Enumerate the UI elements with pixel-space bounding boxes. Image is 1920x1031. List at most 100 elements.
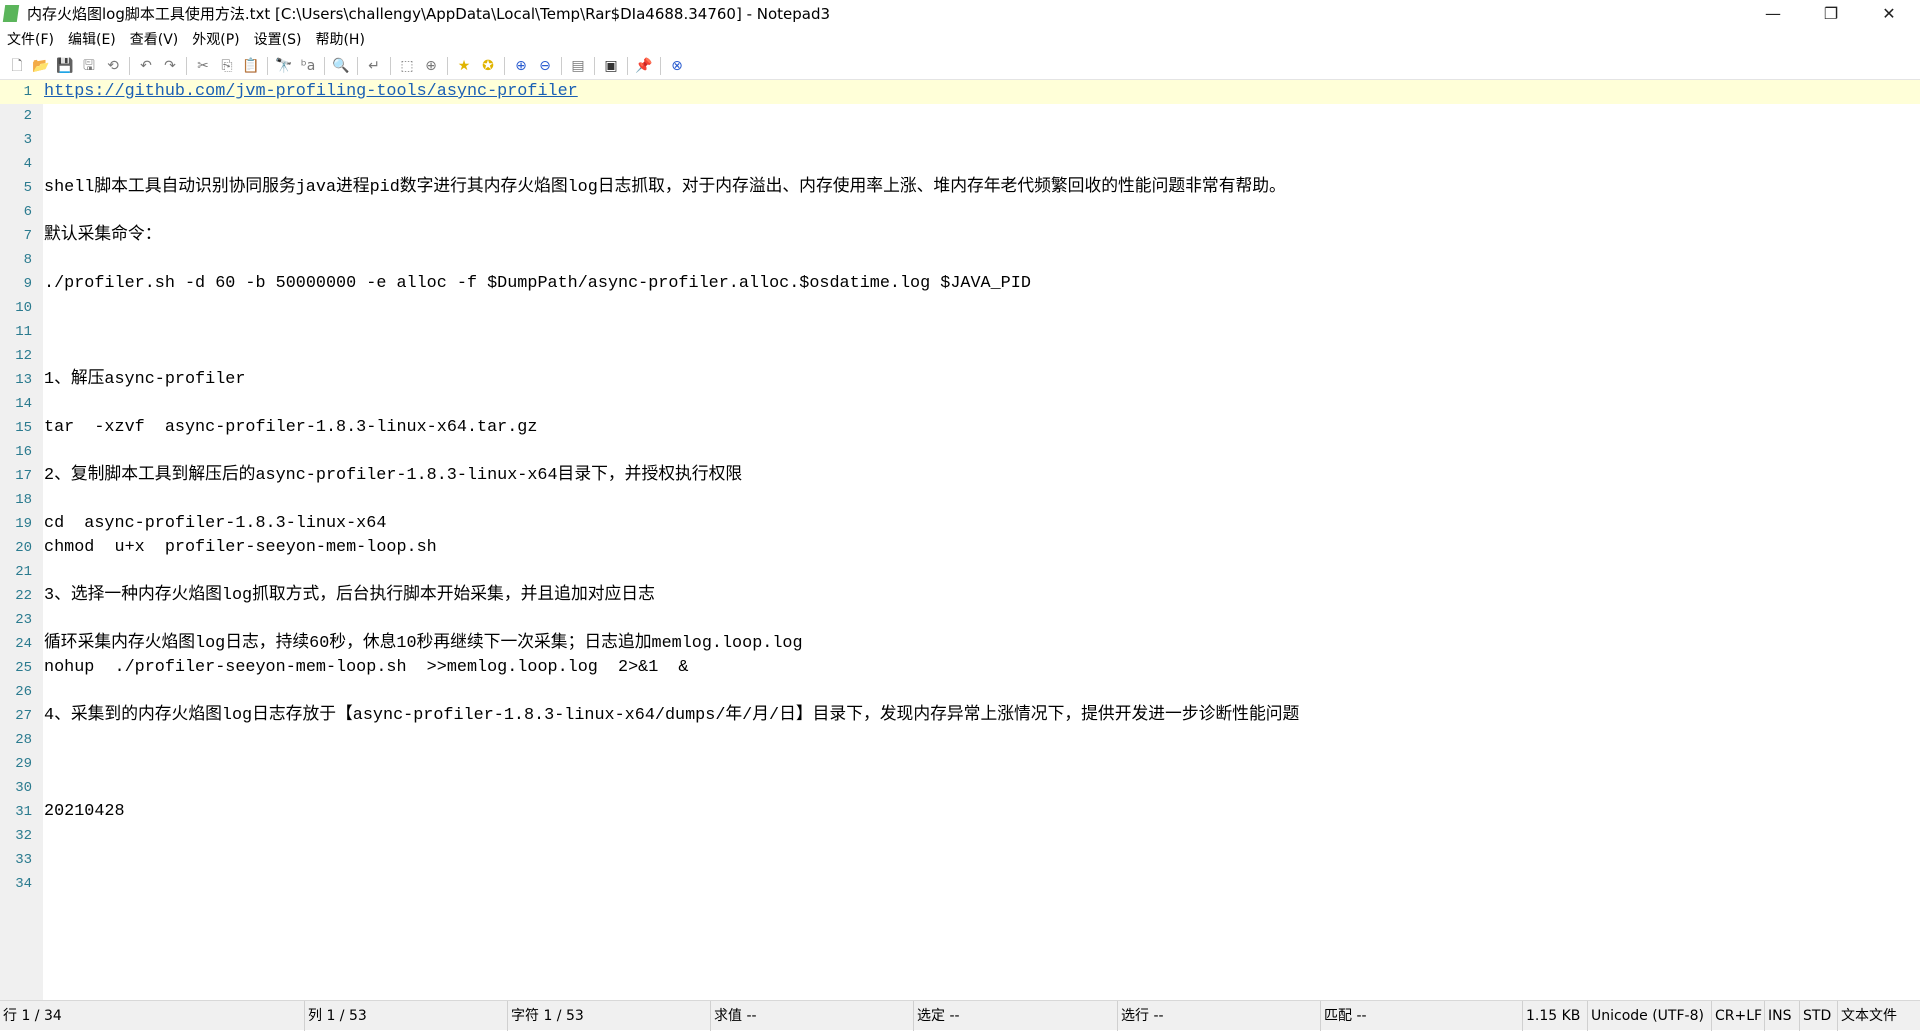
- editor-line[interactable]: 2: [0, 104, 1920, 128]
- select-all-icon[interactable]: ⬚: [396, 55, 418, 77]
- line-number: 31: [15, 804, 32, 820]
- editor-line[interactable]: 9 ./profiler.sh -d 60 -b 50000000 -e allo…: [0, 272, 1920, 296]
- save-as-icon[interactable]: 🖫: [78, 55, 100, 77]
- toolbar-separator: [357, 57, 358, 75]
- toolbar-separator: [267, 57, 268, 75]
- line-text: shell脚本工具自动识别协同服务java进程pid数字进行其内存火焰图log日…: [44, 178, 1286, 197]
- minimize-button[interactable]: —: [1744, 0, 1802, 28]
- line-number: 12: [15, 348, 32, 364]
- toolbar-separator: [660, 57, 661, 75]
- app-logo-icon: [2, 5, 20, 22]
- redo-icon[interactable]: ↷: [159, 55, 181, 77]
- editor-line[interactable]: 33: [0, 848, 1920, 872]
- editor-line[interactable]: 32: [0, 824, 1920, 848]
- editor-line[interactable]: 22 3、选择一种内存火焰图log抓取方式，后台执行脚本开始采集，并且追加对应日志: [0, 584, 1920, 608]
- menu-item[interactable]: 设置(S): [247, 28, 309, 52]
- close-button[interactable]: ✕: [1860, 0, 1918, 28]
- status-field: 字符 1 / 53: [507, 1001, 584, 1031]
- editor-line[interactable]: 16: [0, 440, 1920, 464]
- line-text: tar -xzvf async-profiler-1.8.3-linux-x64…: [44, 418, 538, 437]
- status-field: 1.15 KB: [1522, 1001, 1580, 1031]
- line-number: 14: [15, 396, 32, 412]
- editor-line[interactable]: 29: [0, 752, 1920, 776]
- editor-line[interactable]: 20 chmod u+x profiler-seeyon-mem-loop.sh: [0, 536, 1920, 560]
- editor-line[interactable]: 18: [0, 488, 1920, 512]
- line-text: 2、复制脚本工具到解压后的async-profiler-1.8.3-linux-…: [44, 466, 743, 485]
- exit-icon[interactable]: ⊗: [666, 55, 688, 77]
- editor-line[interactable]: 1 https://github.com/jvm-profiling-tools/…: [0, 80, 1920, 104]
- editor-line[interactable]: 31 20210428: [0, 800, 1920, 824]
- toolbar-separator: [561, 57, 562, 75]
- editor-line[interactable]: 6: [0, 200, 1920, 224]
- editor-line[interactable]: 23: [0, 608, 1920, 632]
- editor-line[interactable]: 12: [0, 344, 1920, 368]
- menu-item[interactable]: 文件(F): [0, 28, 61, 52]
- menu-item[interactable]: 外观(P): [185, 28, 246, 52]
- line-text: nohup ./profiler-seeyon-mem-loop.sh >>me…: [44, 658, 689, 677]
- line-number: 1: [23, 84, 32, 100]
- replace-icon[interactable]: ᵇa: [297, 55, 319, 77]
- editor-line[interactable]: 26: [0, 680, 1920, 704]
- editor-line[interactable]: 24 循环采集内存火焰图log日志，持续60秒，休息10秒再继续下一次采集；日志追…: [0, 632, 1920, 656]
- zoom-select-icon[interactable]: ⊕: [420, 55, 442, 77]
- editor-line[interactable]: 14: [0, 392, 1920, 416]
- pin-icon[interactable]: 📌: [633, 55, 655, 77]
- url-link[interactable]: https://github.com/jvm-profiling-tools/a…: [44, 82, 578, 101]
- find-in-files-icon[interactable]: 🔍: [330, 55, 352, 77]
- editor-line[interactable]: 19 cd async-profiler-1.8.3-linux-x64: [0, 512, 1920, 536]
- line-number: 19: [15, 516, 32, 532]
- new-file-icon[interactable]: 🗋: [6, 55, 28, 77]
- cut-icon[interactable]: ✂: [192, 55, 214, 77]
- menu-item[interactable]: 查看(V): [123, 28, 186, 52]
- editor-line[interactable]: 27 4、采集到的内存火焰图log日志存放于【async-profiler-1.8…: [0, 704, 1920, 728]
- editor-line[interactable]: 13 1、解压async-profiler: [0, 368, 1920, 392]
- wrap-icon[interactable]: ↵: [363, 55, 385, 77]
- paste-icon[interactable]: 📋: [240, 55, 262, 77]
- editor-line[interactable]: 4: [0, 152, 1920, 176]
- menu-item[interactable]: 帮助(H): [308, 28, 371, 52]
- restore-button[interactable]: ❐: [1802, 0, 1860, 28]
- line-number: 9: [23, 276, 32, 292]
- line-number: 26: [15, 684, 32, 700]
- line-number: 24: [15, 636, 32, 652]
- line-number: 34: [15, 876, 32, 892]
- editor-line[interactable]: 28: [0, 728, 1920, 752]
- editor-line[interactable]: 21: [0, 560, 1920, 584]
- editor-line[interactable]: 11: [0, 320, 1920, 344]
- editor-line[interactable]: 30: [0, 776, 1920, 800]
- editor-line[interactable]: 3: [0, 128, 1920, 152]
- title-bar: 内存火焰图log脚本工具使用方法.txt [C:\Users\challengy…: [0, 0, 1920, 28]
- editor-line[interactable]: 25 nohup ./profiler-seeyon-mem-loop.sh >>…: [0, 656, 1920, 680]
- open-icon[interactable]: 📂: [30, 55, 52, 77]
- editor-line[interactable]: 8: [0, 248, 1920, 272]
- add-bookmark-icon[interactable]: ✪: [477, 55, 499, 77]
- undo-icon[interactable]: ↶: [135, 55, 157, 77]
- line-number: 30: [15, 780, 32, 796]
- reload-icon[interactable]: ⟲: [102, 55, 124, 77]
- scheme-icon[interactable]: ▤: [567, 55, 589, 77]
- editor-line[interactable]: 10: [0, 296, 1920, 320]
- zoom-in-icon[interactable]: ⊕: [510, 55, 532, 77]
- save-icon[interactable]: 💾: [54, 55, 76, 77]
- text-editor[interactable]: 1 https://github.com/jvm-profiling-tools/…: [0, 80, 1920, 1000]
- status-field: 选行 --: [1117, 1001, 1164, 1031]
- find-icon[interactable]: 🔭: [273, 55, 295, 77]
- menu-item[interactable]: 编辑(E): [61, 28, 123, 52]
- line-text: cd async-profiler-1.8.3-linux-x64: [44, 514, 387, 533]
- editor-line[interactable]: 15 tar -xzvf async-profiler-1.8.3-linux-x…: [0, 416, 1920, 440]
- editor-line[interactable]: 17 2、复制脚本工具到解压后的async-profiler-1.8.3-linu…: [0, 464, 1920, 488]
- editor-line[interactable]: 5 shell脚本工具自动识别协同服务java进程pid数字进行其内存火焰图log…: [0, 176, 1920, 200]
- status-field: INS: [1764, 1001, 1792, 1031]
- line-text: 20210428: [44, 802, 125, 821]
- editor-line[interactable]: 7 默认采集命令：: [0, 224, 1920, 248]
- status-bar: 行 1 / 34 列 1 / 53 字符 1 / 53 求值 -- 选定 -- 选行 --…: [0, 1000, 1920, 1031]
- copy-icon[interactable]: ⎘: [216, 55, 238, 77]
- status-field: CR+LF: [1711, 1001, 1762, 1031]
- zoom-out-icon[interactable]: ⊖: [534, 55, 556, 77]
- bookmark-icon[interactable]: ★: [453, 55, 475, 77]
- editor-line[interactable]: 34: [0, 872, 1920, 896]
- terminal-icon[interactable]: ▣: [600, 55, 622, 77]
- line-number: 5: [23, 180, 32, 196]
- toolbar-separator: [390, 57, 391, 75]
- line-number: 27: [15, 708, 32, 724]
